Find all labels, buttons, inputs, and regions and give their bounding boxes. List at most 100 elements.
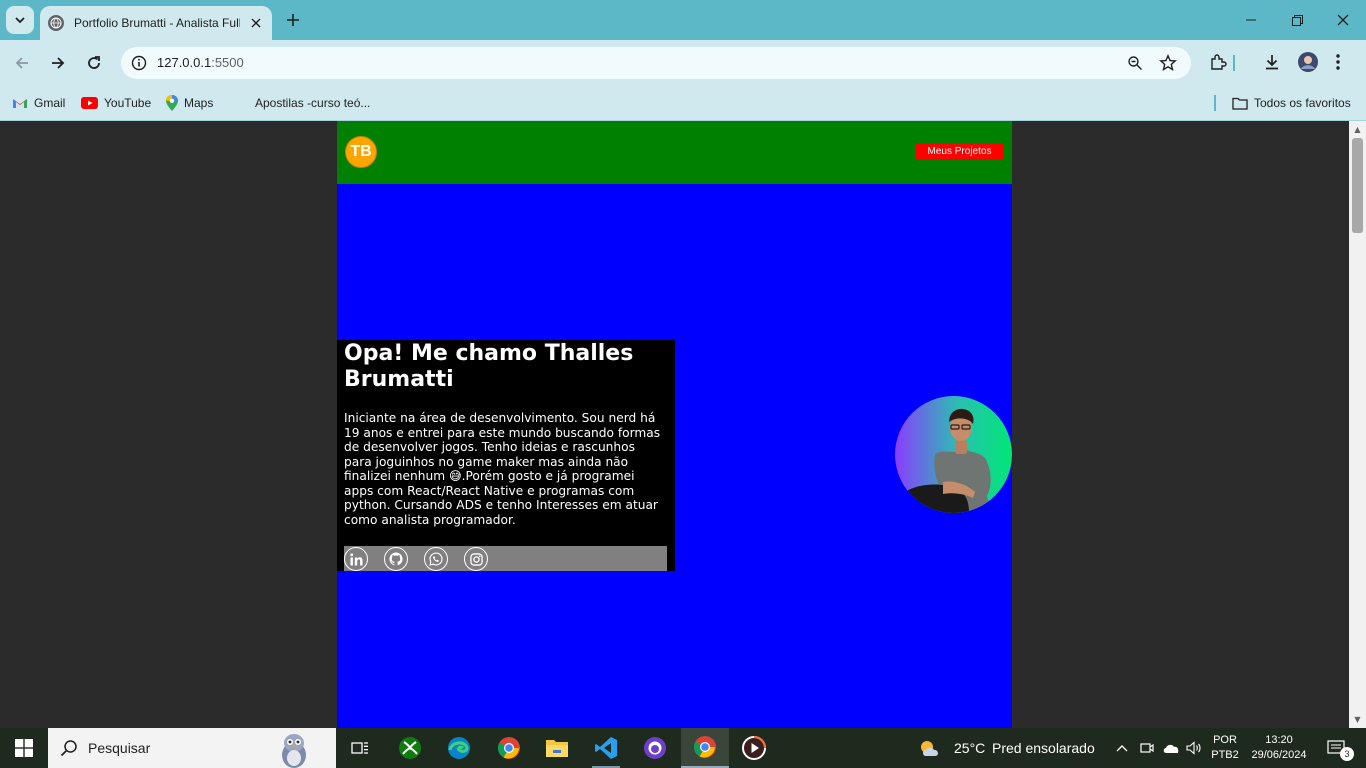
search-placeholder: Pesquisar <box>88 740 151 756</box>
folder-icon <box>1232 97 1248 110</box>
all-bookmarks-folder[interactable]: Todos os favoritos <box>1232 93 1351 113</box>
taskbar-xbox[interactable] <box>386 728 434 768</box>
task-view-button[interactable] <box>336 728 384 768</box>
scrollbar-thumb[interactable] <box>1352 138 1363 233</box>
intro-card: Opa! Me chamo Thalles Brumatti Iniciante… <box>337 340 675 571</box>
edge-icon <box>448 737 470 759</box>
forward-button[interactable] <box>44 49 72 77</box>
speaker-icon <box>1186 741 1201 755</box>
meet-now-icon <box>1140 743 1154 753</box>
social-links-bar <box>344 546 667 571</box>
weather-partly-sunny-icon <box>921 741 938 756</box>
clock-tray[interactable]: 13:20 29/06/2024 <box>1246 728 1312 768</box>
arrow-left-icon <box>15 57 28 69</box>
taskbar-chrome[interactable] <box>485 728 533 768</box>
taskbar-search[interactable]: Pesquisar <box>48 728 336 768</box>
close-window-button[interactable] <box>1320 0 1366 40</box>
input-language-tray[interactable]: POR PTB2 <box>1206 728 1244 768</box>
site-header: TB Meus Projetos <box>337 121 1012 184</box>
maps-pin-icon <box>166 95 178 111</box>
bookmarks-bar: Gmail YouTube Maps Apostilas -curso teó.… <box>0 86 1366 121</box>
start-button[interactable] <box>0 728 48 768</box>
media-player-icon <box>742 736 766 760</box>
bookmark-star-icon[interactable] <box>1158 53 1178 73</box>
cloud-icon <box>1163 744 1179 753</box>
person-photo-icon <box>903 408 991 513</box>
back-button[interactable] <box>8 49 36 77</box>
plus-icon <box>287 14 299 26</box>
xbox-icon <box>399 737 421 759</box>
chrome-icon <box>694 736 716 758</box>
gmail-icon <box>12 97 28 109</box>
language-label: POR <box>1213 734 1237 746</box>
tab-title: Portfolio Brumatti - Analista Fullstack <box>74 16 240 30</box>
minimize-button[interactable] <box>1228 0 1274 40</box>
weather-widget[interactable]: 25°C Pred ensolarado <box>918 728 1095 768</box>
toolbar-divider <box>1233 55 1235 71</box>
vscode-icon <box>595 737 617 759</box>
tab-search-button[interactable] <box>6 6 34 34</box>
extensions-icon[interactable] <box>1206 50 1230 74</box>
github-desktop-icon <box>644 737 666 759</box>
bookmark-gmail[interactable]: Gmail <box>12 93 65 113</box>
chevron-down-icon <box>15 17 25 24</box>
taskbar-chrome-active[interactable] <box>681 728 729 768</box>
site-info-icon[interactable] <box>129 53 149 73</box>
taskbar-vscode[interactable] <box>582 728 630 768</box>
reload-icon <box>88 56 100 69</box>
taskbar-media-player[interactable] <box>730 728 778 768</box>
taskbar-file-explorer[interactable] <box>533 728 581 768</box>
profile-photo <box>895 396 1012 513</box>
arrow-right-icon <box>52 57 65 69</box>
task-view-icon <box>351 742 368 754</box>
close-icon <box>1337 14 1349 26</box>
tab-strip: Portfolio Brumatti - Analista Fullstack <box>0 0 1366 40</box>
downloads-icon[interactable] <box>1260 50 1284 74</box>
restore-icon <box>1291 14 1303 26</box>
zoom-icon[interactable] <box>1125 53 1145 73</box>
close-tab-icon[interactable] <box>248 15 264 31</box>
globe-icon <box>48 15 64 31</box>
linkedin-icon[interactable] <box>344 547 368 571</box>
browser-tab[interactable]: Portfolio Brumatti - Analista Fullstack <box>40 6 272 40</box>
windows-taskbar: Pesquisar 25°C Pred ensolarado POR PTB2 … <box>0 728 1366 768</box>
meet-now-tray[interactable] <box>1137 728 1157 768</box>
bookmark-apostilas[interactable]: Apostilas -curso teó... <box>255 93 370 113</box>
new-tab-button[interactable] <box>282 9 304 31</box>
whatsapp-icon[interactable] <box>424 547 448 571</box>
folder-icon <box>546 740 568 757</box>
notifications-button[interactable]: 3 <box>1316 728 1356 768</box>
page-viewport: TB Meus Projetos Opa! Me chamo Thalles B… <box>0 121 1349 728</box>
restore-button[interactable] <box>1274 0 1320 40</box>
volume-tray[interactable] <box>1184 728 1204 768</box>
bio-text: Iniciante na área de desenvolvimento. So… <box>344 411 661 527</box>
instagram-icon[interactable] <box>464 547 488 571</box>
notification-count-badge: 3 <box>1340 747 1354 761</box>
my-projects-button[interactable]: Meus Projetos <box>915 144 1004 159</box>
page-scrollbar[interactable]: ▲ ▼ <box>1349 121 1366 728</box>
scroll-down-arrow-icon[interactable]: ▼ <box>1353 715 1362 724</box>
show-hidden-icons-button[interactable] <box>1113 728 1131 768</box>
bookmark-maps[interactable]: Maps <box>166 93 213 113</box>
search-highlight-bird-icon <box>282 734 306 768</box>
keyboard-layout-label: PTB2 <box>1211 749 1239 761</box>
menu-icon[interactable] <box>1326 50 1350 74</box>
weather-temp: 25°C <box>954 740 986 756</box>
site-logo[interactable]: TB <box>345 136 377 168</box>
bookmarks-divider <box>1214 95 1216 111</box>
chevron-up-icon <box>1116 745 1128 752</box>
clock-time: 13:20 <box>1265 734 1293 746</box>
bookmark-youtube[interactable]: YouTube <box>81 93 151 113</box>
taskbar-edge[interactable] <box>435 728 483 768</box>
taskbar-github-desktop[interactable] <box>631 728 679 768</box>
url-text: 127.0.0.1:5500 <box>157 55 244 70</box>
search-icon <box>60 740 77 757</box>
reload-button[interactable] <box>80 49 108 77</box>
clock-date: 29/06/2024 <box>1251 749 1307 761</box>
address-bar[interactable]: 127.0.0.1:5500 <box>121 47 1191 79</box>
github-icon[interactable] <box>384 547 408 571</box>
onedrive-tray[interactable] <box>1160 728 1182 768</box>
scroll-up-arrow-icon[interactable]: ▲ <box>1353 125 1362 134</box>
profile-avatar[interactable] <box>1296 50 1320 74</box>
page-title: Opa! Me chamo Thalles Brumatti <box>344 341 634 392</box>
